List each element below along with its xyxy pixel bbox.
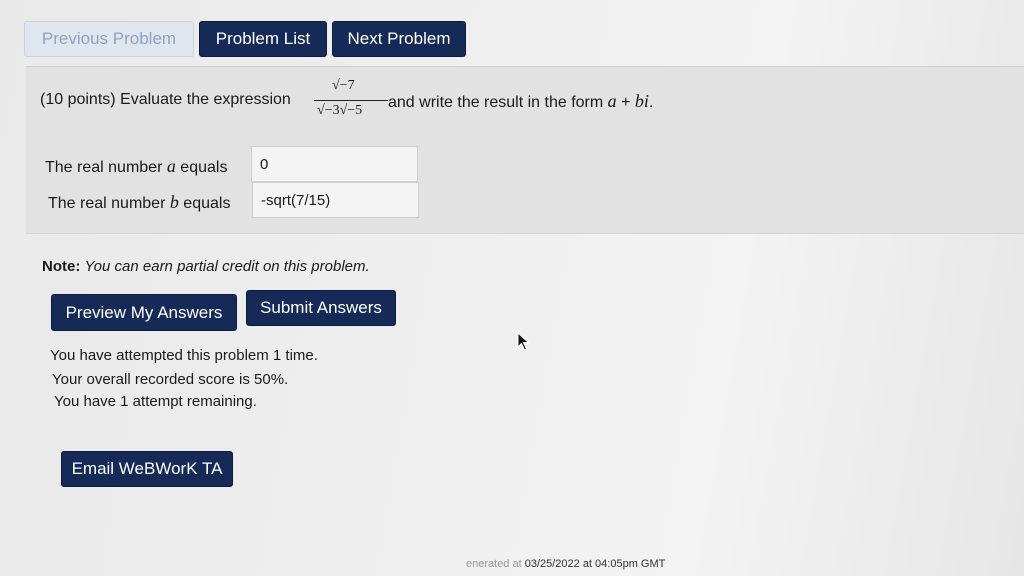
real-a-label-suffix: equals [180, 159, 228, 176]
note-text: You can earn partial credit on this prob… [84, 258, 370, 275]
numerator-text: √−7 [332, 78, 355, 93]
email-ta-button[interactable]: Email WeBWorK TA [61, 451, 233, 487]
fraction-bar [314, 100, 388, 101]
submit-answers-button[interactable]: Submit Answers [246, 290, 396, 326]
problem-list-button[interactable]: Problem List [199, 21, 327, 57]
problem-statement-suffix: and write the result in the form a + bi. [388, 91, 653, 112]
note-label: Note: [42, 258, 81, 275]
footer-prefix: enerated at [466, 558, 522, 570]
real-a-input[interactable] [251, 146, 418, 182]
footer-timestamp: 03/25/2022 at 04:05pm GMT [524, 558, 666, 570]
real-b-label: The real number b equals [48, 192, 230, 213]
problem-statement-prefix: (10 points) Evaluate the expression [40, 91, 291, 108]
attempts-message: You have attempted this problem 1 time. [50, 347, 318, 364]
form-a: a [607, 91, 617, 111]
next-problem-button[interactable]: Next Problem [332, 21, 466, 57]
real-a-label-prefix: The real number [45, 159, 163, 176]
statement-suffix-text: and write the result in the form [388, 94, 604, 111]
fraction-denominator: √−3√−5 [317, 103, 362, 119]
form-period: . [648, 94, 654, 111]
partial-credit-note: Note: You can earn partial credit on thi… [42, 258, 370, 275]
real-a-var: a [166, 156, 176, 176]
fraction-numerator: √−7 [332, 78, 355, 94]
expression-fraction: √−7 √−3√−5 [314, 78, 388, 124]
real-a-label: The real number a equals [45, 156, 227, 177]
denominator-text: √−3√−5 [317, 103, 363, 118]
webwork-page: Previous Problem Problem List Next Probl… [0, 0, 1024, 576]
page-generated-footer: enerated at 03/25/2022 at 04:05pm GMT [466, 558, 665, 570]
previous-problem-button[interactable]: Previous Problem [24, 21, 194, 57]
real-b-var: b [169, 192, 179, 212]
real-b-input[interactable] [252, 182, 419, 218]
real-b-label-suffix: equals [183, 195, 231, 212]
mouse-pointer-icon [517, 332, 530, 351]
form-bi: bi [634, 91, 649, 111]
score-message: Your overall recorded score is 50%. [52, 371, 289, 388]
form-plus: + [616, 94, 635, 111]
real-b-label-prefix: The real number [48, 195, 166, 212]
remaining-message: You have 1 attempt remaining. [54, 393, 257, 410]
preview-answers-button[interactable]: Preview My Answers [51, 294, 237, 331]
